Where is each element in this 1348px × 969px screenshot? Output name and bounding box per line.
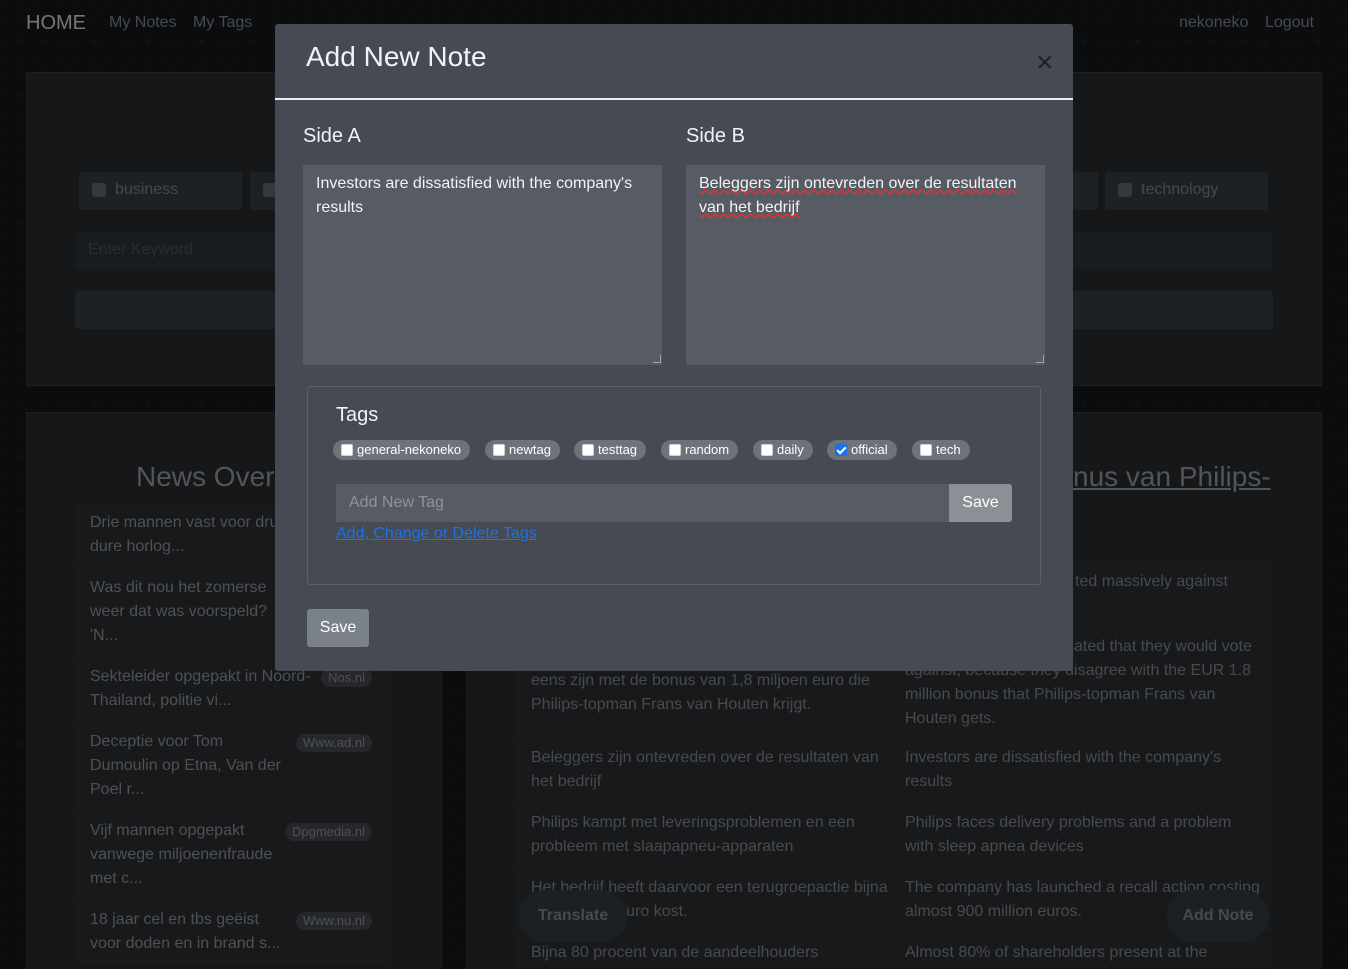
side-b-label: Side B — [686, 125, 745, 147]
checkbox-icon[interactable] — [582, 444, 594, 456]
new-tag-save-button[interactable]: Save — [949, 484, 1012, 522]
close-icon[interactable]: × — [1036, 48, 1054, 78]
checkbox-icon[interactable] — [669, 444, 681, 456]
tag-option-testtag[interactable]: testtag — [574, 440, 647, 460]
tag-option-label: daily — [777, 442, 804, 457]
checkbox-checked-icon[interactable] — [835, 444, 847, 456]
tags-heading: Tags — [336, 404, 379, 426]
tag-option-label: newtag — [509, 442, 551, 457]
resize-grip-icon[interactable] — [1036, 355, 1044, 363]
tag-option-daily[interactable]: daily — [753, 440, 813, 460]
tag-option-tech[interactable]: tech — [912, 440, 970, 460]
save-note-button[interactable]: Save — [307, 609, 369, 647]
add-note-modal: Add New Note × Side A Side B Investors a… — [275, 24, 1073, 671]
side-a-textarea[interactable]: Investors are dissatisfied with the comp… — [303, 165, 662, 365]
tag-option-random[interactable]: random — [661, 440, 739, 460]
new-tag-input[interactable] — [336, 484, 950, 522]
tag-option-label: testtag — [598, 442, 638, 457]
tag-option-label: tech — [936, 442, 961, 457]
side-a-label: Side A — [303, 125, 361, 147]
side-a-text: Investors are dissatisfied with the comp… — [316, 175, 633, 216]
tag-option-label: official — [851, 442, 888, 457]
tag-option-official[interactable]: official — [827, 440, 897, 460]
side-b-text: Beleggers zijn ontevreden over de result… — [699, 175, 1017, 216]
checkbox-icon[interactable] — [761, 444, 773, 456]
tag-option-label: random — [685, 442, 730, 457]
manage-tags-link[interactable]: Add, Change or Delete Tags — [336, 525, 537, 543]
resize-grip-icon[interactable] — [653, 355, 661, 363]
checkbox-icon[interactable] — [341, 444, 353, 456]
modal-header-divider — [275, 98, 1073, 100]
tags-section: Tags general-nekoneko newtag testtag ran… — [307, 386, 1041, 585]
tag-option-label: general-nekoneko — [357, 442, 462, 457]
tag-option-newtag[interactable]: newtag — [485, 440, 560, 460]
tag-option-general-nekoneko[interactable]: general-nekoneko — [333, 440, 471, 460]
checkbox-icon[interactable] — [493, 444, 505, 456]
side-b-textarea[interactable]: Beleggers zijn ontevreden over de result… — [686, 165, 1045, 365]
checkbox-icon[interactable] — [920, 444, 932, 456]
modal-title: Add New Note — [306, 41, 487, 72]
